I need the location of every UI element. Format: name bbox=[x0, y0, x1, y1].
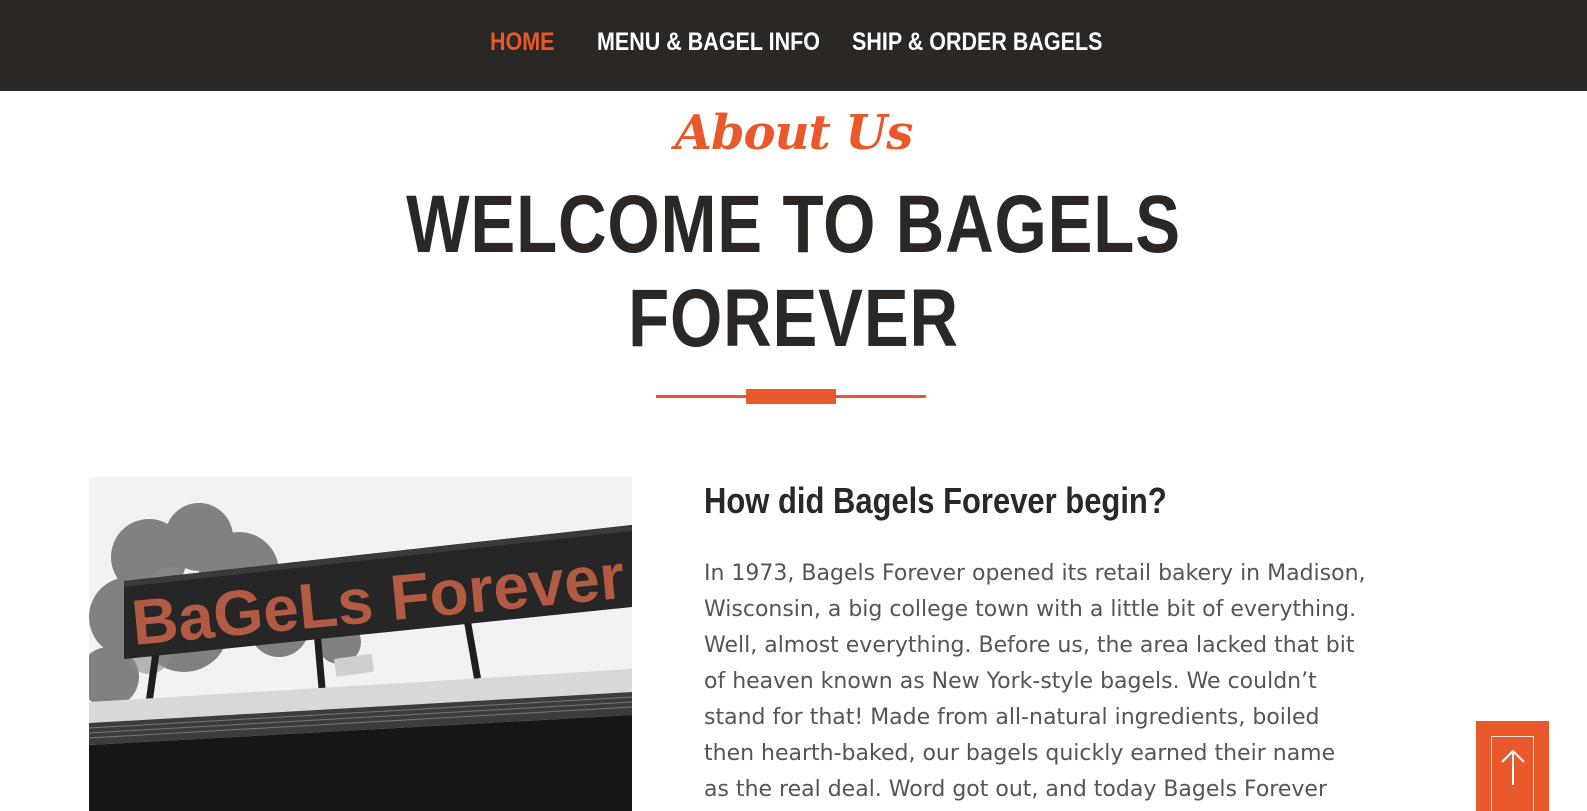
story-line: stand for that! Made from all-natural in… bbox=[704, 705, 1320, 730]
storefront-sign-photo: BaGeLs Forever bbox=[89, 477, 632, 811]
title-divider-accent bbox=[746, 389, 836, 404]
page-title-line-2: FOREVER bbox=[628, 273, 959, 364]
top-navigation-bar: HOME MENU & BAGEL INFO SHIP & ORDER BAGE… bbox=[0, 0, 1587, 91]
story-line: Wisconsin, a big college town with a lit… bbox=[704, 597, 1357, 622]
story-paragraph: In 1973, Bagels Forever opened its retai… bbox=[704, 556, 1384, 808]
arrow-up-icon bbox=[1501, 749, 1525, 785]
page-title: WELCOME TO BAGELS FOREVER bbox=[0, 178, 1587, 366]
story-heading: How did Bagels Forever begin? bbox=[704, 480, 1167, 521]
story-line: In 1973, Bagels Forever opened its retai… bbox=[704, 561, 1366, 586]
scroll-to-top-button[interactable] bbox=[1476, 721, 1549, 811]
story-line: then hearth-baked, our bagels quickly ea… bbox=[704, 741, 1336, 766]
story-line: of heaven known as New York-style bagels… bbox=[704, 669, 1317, 694]
story-line: as the real deal. Word got out, and toda… bbox=[704, 777, 1327, 802]
section-eyebrow: About Us bbox=[674, 105, 913, 161]
nav-item-menu-bagel-info[interactable]: MENU & BAGEL INFO bbox=[597, 24, 820, 60]
story-line: Well, almost everything. Before us, the … bbox=[704, 633, 1355, 658]
nav-item-ship-order-bagels[interactable]: SHIP & ORDER BAGELS bbox=[852, 24, 1102, 60]
page-title-line-1: WELCOME TO BAGELS bbox=[406, 179, 1181, 270]
nav-item-home[interactable]: HOME bbox=[490, 24, 555, 60]
